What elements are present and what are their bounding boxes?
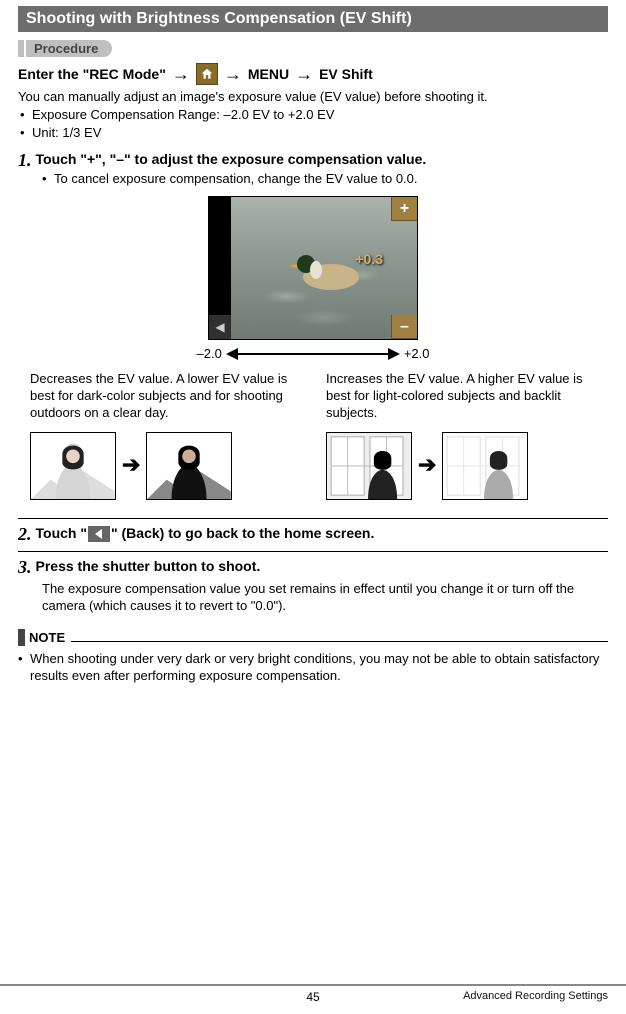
path-prefix: Enter the "REC Mode"	[18, 66, 166, 82]
page-title: Shooting with Brightness Compensation (E…	[18, 6, 608, 32]
procedure-label: Procedure	[26, 40, 112, 57]
arrow-icon: →	[224, 64, 242, 85]
step-title-pre: Touch "	[36, 525, 87, 541]
procedure-header: Procedure	[18, 40, 608, 57]
step-number: 3.	[18, 558, 32, 576]
note-item: When shooting under very dark or very br…	[18, 650, 608, 685]
spec-item: Exposure Compensation Range: –2.0 EV to …	[20, 106, 608, 124]
camera-screen: +0.3 + – ◀	[208, 196, 418, 340]
step-title-post: " (Back) to go back to the home screen.	[111, 525, 374, 541]
arrow-icon: →	[295, 64, 313, 85]
increase-description: Increases the EV value. A higher EV valu…	[326, 371, 596, 500]
step-number: 1.	[18, 151, 32, 169]
col-text: Increases the EV value. A higher EV valu…	[326, 371, 596, 422]
note-label: NOTE	[29, 630, 65, 645]
step-title: Touch " " (Back) to go back to the home s…	[36, 525, 375, 542]
note-rule	[71, 641, 608, 642]
step-2: 2. Touch " " (Back) to go back to the hom…	[18, 525, 608, 543]
col-text: Decreases the EV value. A lower EV value…	[30, 371, 300, 422]
spec-item: Unit: 1/3 EV	[20, 124, 608, 142]
step-subitem: To cancel exposure compensation, change …	[42, 171, 608, 186]
home-icon	[196, 63, 218, 85]
left-arrow-button[interactable]: ◀	[209, 315, 231, 339]
example-thumb-backlit-dark	[326, 432, 412, 500]
arrow-icon: →	[172, 64, 190, 85]
page-number: 45	[306, 990, 319, 1004]
ev-readout: +0.3	[355, 251, 383, 267]
section-name: Advanced Recording Settings	[463, 990, 608, 1002]
back-icon	[88, 526, 110, 542]
procedure-path: Enter the "REC Mode" → → MENU → EV Shift	[18, 63, 608, 85]
range-high: +2.0	[404, 346, 430, 361]
step-title: Touch "+", "–" to adjust the exposure co…	[36, 151, 427, 167]
range-arrow-icon	[228, 353, 398, 355]
ev-minus-button[interactable]: –	[391, 315, 417, 339]
ev-plus-button[interactable]: +	[391, 197, 417, 221]
separator	[18, 518, 608, 519]
example-thumb-bright	[30, 432, 116, 500]
intro-text: You can manually adjust an image's expos…	[18, 89, 608, 104]
page-footer: 45 Advanced Recording Settings	[0, 984, 626, 1004]
step-1: 1. Touch "+", "–" to adjust the exposure…	[18, 151, 608, 186]
step-body: The exposure compensation value you set …	[42, 580, 608, 615]
range-low: –2.0	[197, 346, 222, 361]
arrow-icon: ➔	[122, 451, 140, 480]
path-item: EV Shift	[319, 66, 373, 82]
decrease-description: Decreases the EV value. A lower EV value…	[30, 371, 300, 500]
ev-figure: +0.3 + – ◀ –2.0 +2.0	[18, 196, 608, 361]
step-title: Press the shutter button to shoot.	[36, 558, 261, 574]
note-accent	[18, 629, 25, 646]
separator	[18, 551, 608, 552]
example-thumb-dark	[146, 432, 232, 500]
example-thumb-backlit-light	[442, 432, 528, 500]
preview-image: +0.3	[231, 197, 417, 339]
arrow-icon: ➔	[418, 451, 436, 480]
step-number: 2.	[18, 525, 32, 543]
ev-range: –2.0 +2.0	[197, 346, 430, 361]
procedure-accent	[18, 40, 24, 57]
step-3: 3. Press the shutter button to shoot. Th…	[18, 558, 608, 615]
note-header: NOTE	[18, 629, 608, 646]
path-menu: MENU	[248, 66, 289, 82]
